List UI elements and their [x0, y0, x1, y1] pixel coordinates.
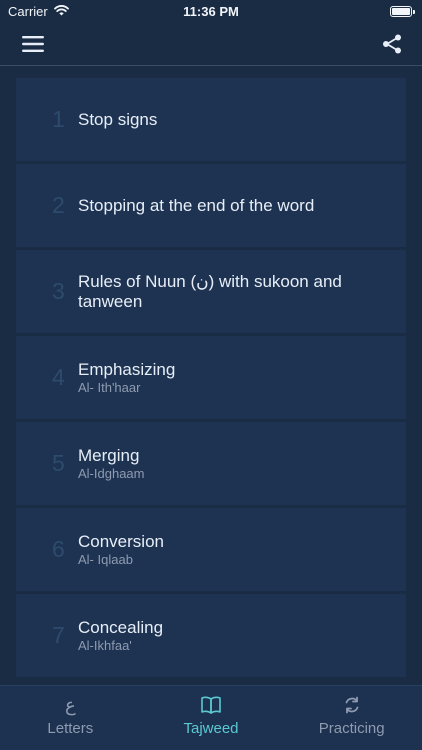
arabic-letter-icon: ع [64, 694, 76, 715]
lesson-text: Stop signs [78, 110, 157, 130]
status-left: Carrier [8, 4, 69, 19]
hamburger-menu-icon[interactable] [22, 35, 44, 52]
lesson-number: 7 [52, 622, 65, 648]
tab-practicing[interactable]: Practicing [281, 686, 422, 750]
lesson-number: 4 [52, 364, 65, 390]
status-bar: Carrier 11:36 PM [0, 0, 422, 22]
lesson-title: Emphasizing [78, 360, 176, 379]
lesson-item-1[interactable]: 1 Stop signs [16, 78, 406, 161]
lesson-text: Emphasizing Al- Ith'haar [78, 360, 175, 395]
wifi-icon [53, 4, 69, 19]
lesson-number: 3 [52, 278, 65, 304]
lesson-number: 1 [52, 106, 65, 132]
lesson-subtitle: Al- Ith'haar [78, 380, 141, 395]
tab-letters[interactable]: ع Letters [0, 686, 141, 750]
lesson-item-2[interactable]: 2 Stopping at the end of the word [16, 164, 406, 247]
lesson-subtitle: Al- Iqlaab [78, 552, 133, 567]
lesson-number: 6 [52, 536, 65, 562]
lesson-item-3[interactable]: 3 Rules of Nuun (ن) with sukoon and tanw… [16, 250, 406, 333]
lesson-title: Stopping at the end of the word [78, 195, 315, 215]
book-icon [200, 694, 222, 716]
lesson-title: Merging [78, 446, 140, 465]
lesson-list: 1 Stop signs 2 Stopping at the end of th… [16, 78, 406, 677]
lesson-item-6[interactable]: 6 Conversion Al- Iqlaab [16, 508, 406, 591]
lesson-text: Concealing Al-Ikhfaa' [78, 618, 163, 653]
lesson-subtitle: Al-Idghaam [78, 466, 145, 481]
battery-icon [390, 5, 415, 17]
nav-bar [0, 22, 422, 66]
tab-bar: ع Letters Tajweed Practicing [0, 685, 422, 750]
tab-label: Letters [47, 720, 94, 737]
lesson-text: Rules of Nuun (ن) with sukoon and tanwee… [78, 272, 386, 312]
tab-tajweed[interactable]: Tajweed [141, 686, 282, 750]
lesson-item-5[interactable]: 5 Merging Al-Idghaam [16, 422, 406, 505]
carrier-label: Carrier [8, 3, 48, 19]
lesson-item-4[interactable]: 4 Emphasizing Al- Ith'haar [16, 336, 406, 419]
lesson-number: 5 [52, 450, 65, 476]
lesson-text: Conversion Al- Iqlaab [78, 532, 164, 567]
tab-label: Practicing [318, 720, 385, 737]
lesson-title: Conversion [78, 532, 164, 551]
lesson-number: 2 [52, 192, 65, 218]
lesson-item-7[interactable]: 7 Concealing Al-Ikhfaa' [16, 594, 406, 677]
refresh-icon [342, 694, 362, 716]
lesson-text: Stopping at the end of the word [78, 196, 314, 216]
lesson-text: Merging Al-Idghaam [78, 446, 144, 481]
share-icon[interactable] [382, 34, 402, 54]
lesson-title: Rules of Nuun (ن) with sukoon and tanwee… [78, 271, 342, 311]
tab-label: Tajweed [183, 720, 239, 737]
lesson-subtitle: Al-Ikhfaa' [78, 638, 132, 653]
lesson-title: Concealing [78, 618, 164, 637]
lesson-title: Stop signs [78, 109, 158, 129]
